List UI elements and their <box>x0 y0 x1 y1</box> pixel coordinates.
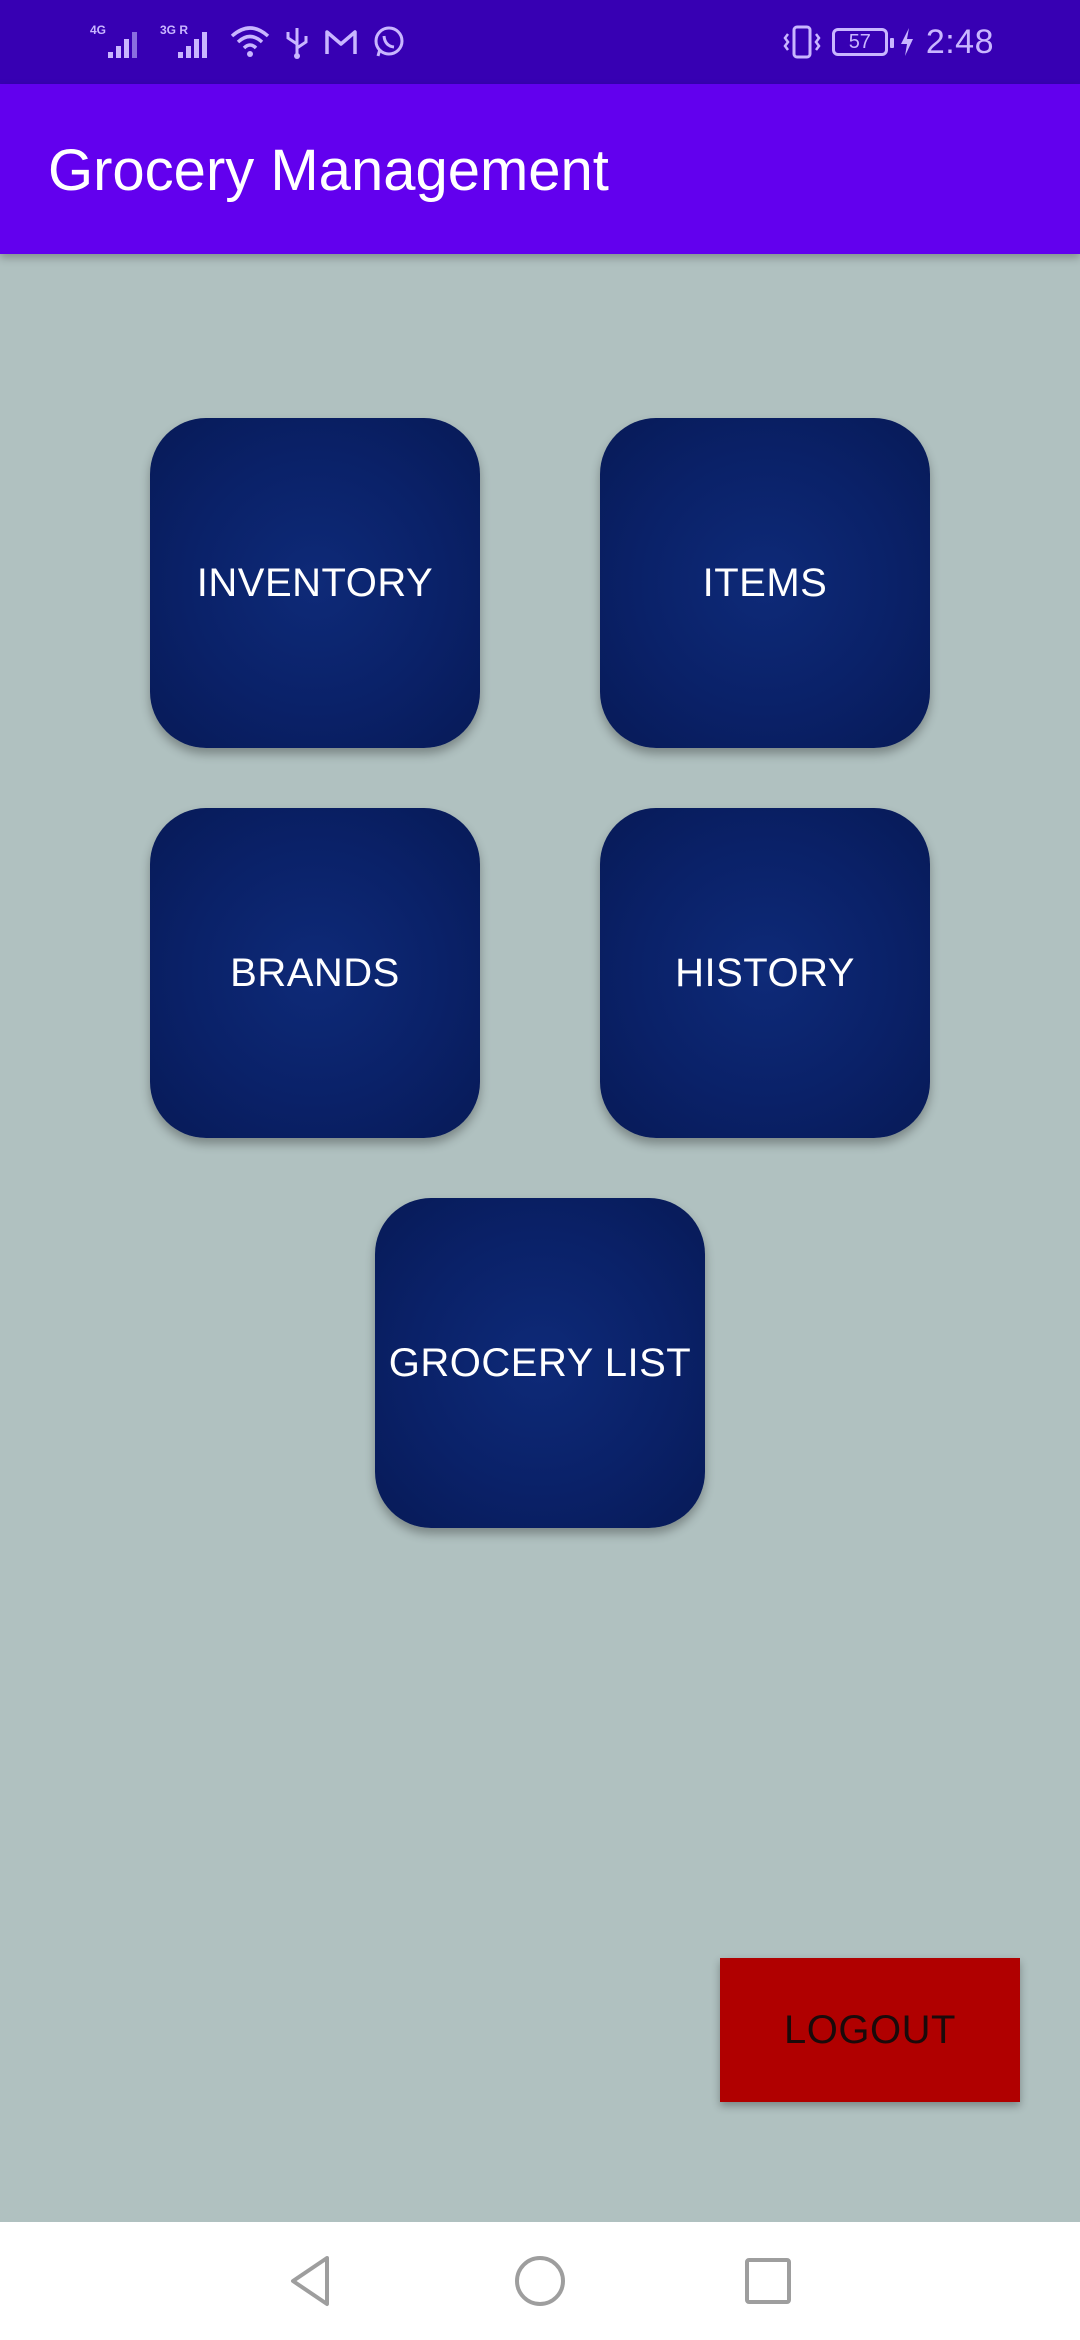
usb-icon <box>284 24 310 60</box>
home-icon <box>515 2256 565 2306</box>
items-label: ITEMS <box>702 560 828 605</box>
grocery-list-label: GROCERY LIST <box>388 1340 692 1385</box>
whatsapp-icon <box>372 24 406 60</box>
items-button[interactable]: ITEMS <box>600 418 930 748</box>
recents-icon <box>745 2258 791 2304</box>
status-right-icons: 57 2:48 <box>782 18 994 66</box>
signal-4g-icon: 4G <box>90 24 146 60</box>
brands-label: BRANDS <box>230 950 400 995</box>
history-label: HISTORY <box>675 950 855 995</box>
battery-icon: 57 <box>831 28 894 56</box>
signal-3g-icon: 3G R <box>160 24 216 60</box>
back-button[interactable] <box>250 2222 370 2340</box>
status-bar: 4G 3G R 57 2:48 <box>0 0 1080 84</box>
brands-button[interactable]: BRANDS <box>150 808 480 1138</box>
app-title: Grocery Management <box>48 138 609 203</box>
inventory-button[interactable]: INVENTORY <box>150 418 480 748</box>
wifi-icon <box>230 24 270 60</box>
status-time: 2:48 <box>925 22 994 61</box>
system-nav-bar <box>0 2222 1080 2340</box>
logout-label: LOGOUT <box>784 2007 956 2052</box>
vibrate-icon <box>782 24 822 60</box>
charging-icon <box>898 24 916 60</box>
inventory-label: INVENTORY <box>196 560 434 605</box>
back-icon <box>291 2256 329 2306</box>
gmail-icon <box>324 24 358 60</box>
recents-button[interactable] <box>708 2222 828 2340</box>
battery-level: 57 <box>848 31 871 53</box>
home-button[interactable] <box>480 2222 600 2340</box>
status-left-icons: 4G 3G R <box>90 18 406 66</box>
logout-button[interactable]: LOGOUT <box>720 1958 1020 2102</box>
history-button[interactable]: HISTORY <box>600 808 930 1138</box>
grocery-list-button[interactable]: GROCERY LIST <box>375 1198 705 1528</box>
app-bar: Grocery Management <box>0 84 1080 254</box>
